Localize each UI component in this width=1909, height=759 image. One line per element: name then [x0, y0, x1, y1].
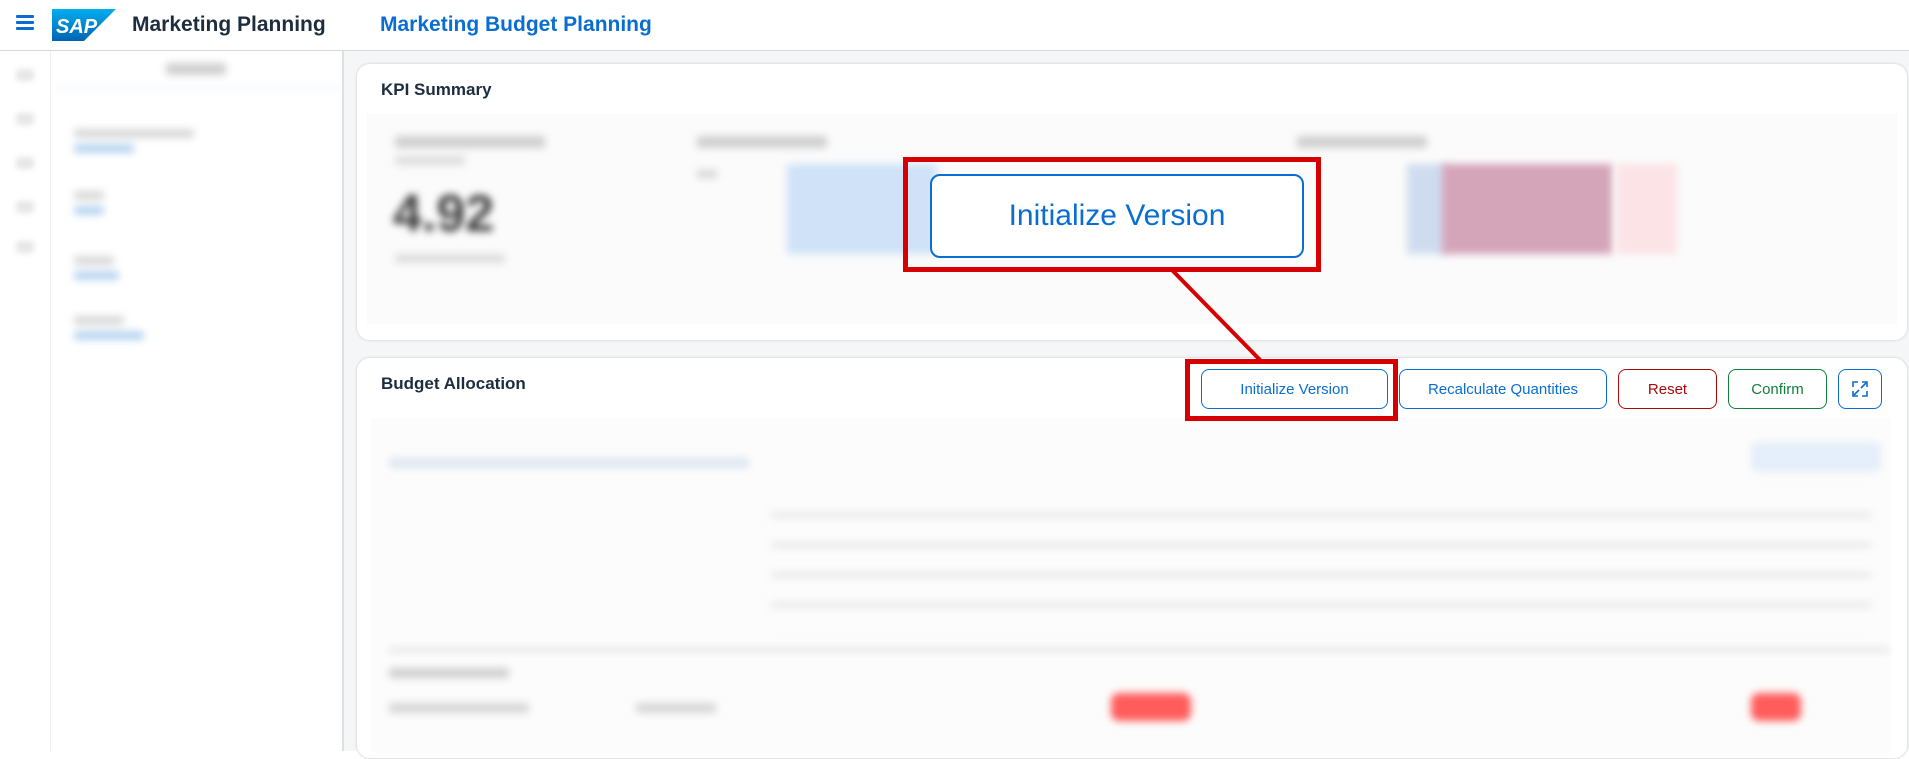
table-status-badge: [1751, 693, 1801, 721]
side-panel-item[interactable]: [74, 129, 304, 173]
rail-icon[interactable]: [16, 113, 34, 125]
table-cell: [636, 703, 716, 713]
budget-allocation-card: Budget Allocation Initialize Version Rec…: [356, 357, 1908, 759]
side-panel-divider: [56, 87, 342, 89]
side-panel-item[interactable]: [74, 316, 304, 360]
table-cell: [389, 668, 509, 678]
chart-bar: [1407, 164, 1447, 254]
budget-table: [371, 418, 1891, 753]
table-status-badge: [1111, 693, 1191, 721]
budget-allocation-title: Budget Allocation: [381, 374, 526, 393]
confirm-button[interactable]: Confirm: [1728, 369, 1827, 409]
side-panel-item[interactable]: [74, 256, 304, 300]
chart-title: [697, 136, 827, 148]
rail-icon[interactable]: [16, 69, 34, 81]
kpi-footer: [395, 254, 505, 263]
main-content: KPI Summary 4.92 Budget Allocation Initi…: [344, 51, 1909, 759]
table-action[interactable]: [1751, 442, 1881, 472]
rail-icon[interactable]: [16, 157, 34, 169]
table-toolbar: [389, 458, 749, 468]
fullscreen-icon: [1852, 381, 1868, 397]
shell-bar: SAP Marketing Planning Marketing Budget …: [0, 0, 1909, 51]
chart-legend: [697, 170, 717, 178]
side-panel-header: [166, 63, 226, 75]
chart-bar: [1442, 164, 1612, 254]
target-highlight-box: [1185, 359, 1398, 421]
reset-button[interactable]: Reset: [1618, 369, 1717, 409]
table-divider: [389, 648, 1889, 652]
hamburger-icon[interactable]: [16, 15, 34, 31]
chart-title: [1297, 136, 1427, 148]
kpi-label: [395, 136, 545, 148]
rail-icon[interactable]: [16, 201, 34, 213]
table-header: [771, 488, 1871, 628]
sap-logo-text: SAP: [56, 16, 98, 38]
kpi-sublabel: [395, 156, 465, 165]
callout-connector: [1170, 268, 1264, 364]
side-panel: [56, 51, 344, 751]
sap-logo[interactable]: SAP: [52, 9, 116, 41]
side-panel-item[interactable]: [74, 191, 304, 235]
app-title: Marketing Planning: [132, 13, 326, 36]
kpi-summary-title: KPI Summary: [381, 80, 492, 99]
side-rail: [0, 51, 51, 751]
chart-bar: [1617, 164, 1677, 254]
callout-initialize-version: Initialize Version: [930, 174, 1304, 258]
kpi-value: 4.92: [393, 185, 495, 243]
recalculate-quantities-button[interactable]: Recalculate Quantities: [1399, 369, 1607, 409]
fullscreen-button[interactable]: [1838, 369, 1882, 409]
page-title-link[interactable]: Marketing Budget Planning: [380, 13, 652, 37]
rail-icon[interactable]: [16, 241, 34, 253]
table-cell: [389, 703, 529, 713]
